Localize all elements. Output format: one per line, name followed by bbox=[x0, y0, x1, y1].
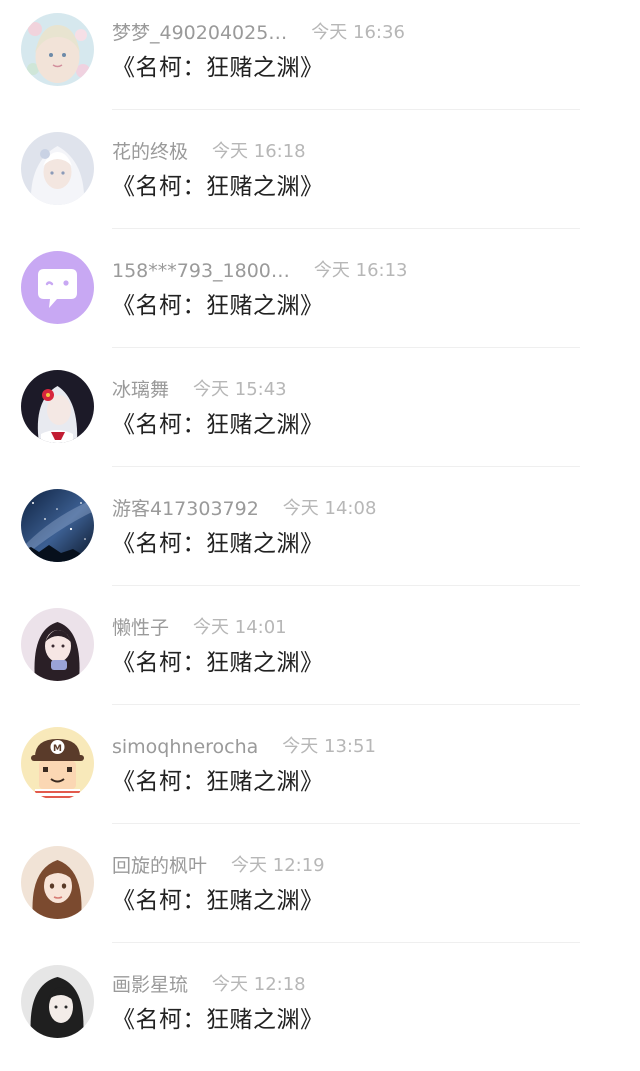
avatar[interactable] bbox=[21, 965, 94, 1038]
divider bbox=[112, 228, 580, 229]
comment-meta: 懒性子 今天 14:01 bbox=[112, 615, 287, 641]
svg-text:M: M bbox=[53, 744, 62, 754]
avatar[interactable] bbox=[21, 489, 94, 562]
avatar[interactable] bbox=[21, 251, 94, 324]
comment-meta: 花的终极 今天 16:18 bbox=[112, 139, 306, 165]
username[interactable]: 画影星琉 bbox=[112, 972, 188, 998]
timestamp: 今天 14:08 bbox=[282, 498, 377, 519]
comment-item[interactable]: 冰璃舞 今天 15:43 《名柯：狂赌之渊》 bbox=[0, 357, 640, 476]
comment-text: 《名柯：狂赌之渊》 bbox=[112, 769, 324, 795]
comment-text: 《名柯：狂赌之渊》 bbox=[112, 888, 324, 914]
comment-item[interactable]: 158***793_1800… 今天 16:13 《名柯：狂赌之渊》 bbox=[0, 238, 640, 357]
comment-meta: 梦梦_490204025… 今天 16:36 bbox=[112, 20, 405, 46]
timestamp: 今天 16:36 bbox=[311, 22, 405, 43]
divider bbox=[112, 942, 580, 943]
timestamp: 今天 14:01 bbox=[193, 617, 287, 638]
comment-text: 《名柯：狂赌之渊》 bbox=[112, 174, 324, 200]
red-flower-girl-avatar-icon bbox=[21, 370, 94, 443]
black-haired-girl-avatar-icon bbox=[21, 965, 94, 1038]
username[interactable]: 冰璃舞 bbox=[112, 377, 169, 403]
divider bbox=[112, 109, 580, 110]
starry-sky-avatar-icon bbox=[21, 489, 94, 562]
comment-meta: 冰璃舞 今天 15:43 bbox=[112, 377, 287, 403]
timestamp: 今天 16:13 bbox=[313, 260, 408, 281]
divider bbox=[112, 704, 580, 705]
comment-text: 《名柯：狂赌之渊》 bbox=[112, 293, 324, 319]
divider bbox=[112, 823, 580, 824]
comment-item[interactable]: 回旋的枫叶 今天 12:19 《名柯：狂赌之渊》 bbox=[0, 833, 640, 952]
username[interactable]: 梦梦_490204025… bbox=[112, 20, 287, 46]
username[interactable]: simoqhnerocha bbox=[112, 734, 258, 760]
comment-list: 梦梦_490204025… 今天 16:36 《名柯：狂赌之渊》 花的终极 今天 1… bbox=[0, 0, 640, 1064]
comment-text: 《名柯：狂赌之渊》 bbox=[112, 412, 324, 438]
dark-haired-girl-avatar-icon bbox=[21, 608, 94, 681]
brown-haired-girl-avatar-icon bbox=[21, 846, 94, 919]
comment-item[interactable]: 懒性子 今天 14:01 《名柯：狂赌之渊》 bbox=[0, 595, 640, 714]
avatar[interactable] bbox=[21, 846, 94, 919]
timestamp: 今天 13:51 bbox=[282, 736, 376, 757]
username[interactable]: 回旋的枫叶 bbox=[112, 853, 207, 879]
comment-item[interactable]: 花的终极 今天 16:18 《名柯：狂赌之渊》 bbox=[0, 119, 640, 238]
comment-item[interactable]: M simoqhnerocha 今天 13:51 《名柯：狂赌之渊》 bbox=[0, 714, 640, 833]
comment-text: 《名柯：狂赌之渊》 bbox=[112, 55, 324, 81]
comment-meta: 158***793_1800… 今天 16:13 bbox=[112, 258, 408, 284]
divider bbox=[112, 347, 580, 348]
cartoon-boy-m-cap-avatar-icon: M bbox=[21, 727, 94, 800]
avatar[interactable] bbox=[21, 370, 94, 443]
comment-meta: 画影星琉 今天 12:18 bbox=[112, 972, 306, 998]
username[interactable]: 游客417303792 bbox=[112, 496, 259, 522]
comment-text: 《名柯：狂赌之渊》 bbox=[112, 1007, 324, 1033]
comment-text: 《名柯：狂赌之渊》 bbox=[112, 650, 324, 676]
timestamp: 今天 15:43 bbox=[193, 379, 287, 400]
username[interactable]: 懒性子 bbox=[112, 615, 169, 641]
avatar[interactable] bbox=[21, 608, 94, 681]
username[interactable]: 158***793_1800… bbox=[112, 258, 290, 284]
divider bbox=[112, 585, 580, 586]
avatar[interactable]: M bbox=[21, 727, 94, 800]
comment-item[interactable]: 梦梦_490204025… 今天 16:36 《名柯：狂赌之渊》 bbox=[0, 0, 640, 119]
divider bbox=[112, 466, 580, 467]
comment-item[interactable]: 画影星琉 今天 12:18 《名柯：狂赌之渊》 bbox=[0, 952, 640, 1071]
avatar[interactable] bbox=[21, 13, 94, 86]
anime-girl-flowers-avatar-icon bbox=[21, 13, 94, 86]
comment-meta: 游客417303792 今天 14:08 bbox=[112, 496, 376, 522]
comment-meta: simoqhnerocha 今天 13:51 bbox=[112, 734, 376, 760]
avatar[interactable] bbox=[21, 132, 94, 205]
timestamp: 今天 12:18 bbox=[212, 974, 306, 995]
comment-text: 《名柯：狂赌之渊》 bbox=[112, 531, 324, 557]
comment-meta: 回旋的枫叶 今天 12:19 bbox=[112, 853, 325, 879]
username[interactable]: 花的终极 bbox=[112, 139, 188, 165]
timestamp: 今天 12:19 bbox=[231, 855, 325, 876]
comment-item[interactable]: 游客417303792 今天 14:08 《名柯：狂赌之渊》 bbox=[0, 476, 640, 595]
default-chat-bubble-avatar-icon bbox=[21, 251, 94, 324]
timestamp: 今天 16:18 bbox=[212, 141, 306, 162]
white-haired-girl-avatar-icon bbox=[21, 132, 94, 205]
